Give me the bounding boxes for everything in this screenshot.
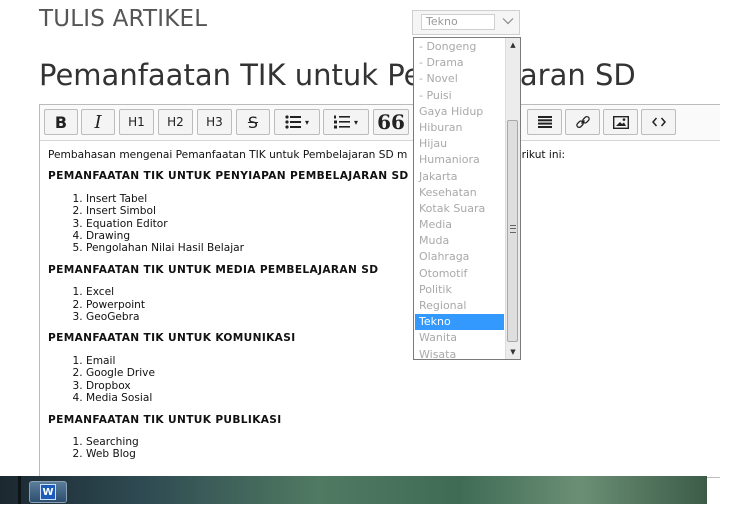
category-option[interactable]: Kesehatan	[415, 185, 504, 201]
editor-toolbar: B I H1 H2 H3 S ▾ ▾ 66	[40, 105, 720, 141]
section-heading: PEMANFAATAN TIK UNTUK KOMUNIKASI	[48, 332, 296, 345]
category-option[interactable]: - Drama	[415, 55, 504, 71]
article-title[interactable]: Pemanfaatan TIK untuk Pembelajaran SD	[39, 58, 636, 92]
list-item: Web Blog	[86, 448, 720, 460]
link-icon	[575, 115, 590, 129]
list-item: Excel	[86, 286, 720, 298]
list-item: Dropbox	[86, 380, 720, 392]
strikethrough-button[interactable]: S	[236, 109, 270, 135]
category-option[interactable]: Kotak Suara	[415, 201, 504, 217]
code-icon	[651, 117, 666, 127]
list-item: Email	[86, 355, 720, 367]
category-option[interactable]: Politik	[415, 282, 504, 298]
category-options: - Dongeng - Drama - Novel - Puisi Gaya Hidup…	[415, 39, 504, 359]
strikethrough-icon: S	[247, 112, 259, 132]
scrollbar-thumb[interactable]	[507, 120, 518, 342]
category-option[interactable]: Hijau	[415, 136, 504, 152]
category-option[interactable]: - Dongeng	[415, 39, 504, 55]
category-dropdown-list[interactable]: - Dongeng - Drama - Novel - Puisi Gaya Hidup…	[413, 37, 521, 360]
bold-button[interactable]: B	[44, 109, 78, 135]
heading3-button[interactable]: H3	[197, 109, 232, 135]
chevron-down-icon	[502, 18, 514, 25]
category-select-value: Tekno	[421, 14, 495, 30]
list-item: Insert Tabel	[86, 193, 720, 205]
section-heading: PEMANFAATAN TIK UNTUK PENYIAPAN PEMBELAJ…	[48, 170, 409, 183]
category-option[interactable]: Jakarta	[415, 169, 504, 185]
category-select[interactable]: Tekno	[412, 10, 520, 35]
word-taskbar-button[interactable]: W	[29, 481, 67, 503]
page-heading: TULIS ARTIKEL	[39, 6, 208, 32]
list-item: Media Sosial	[86, 392, 720, 404]
category-option[interactable]: Olahraga	[415, 249, 504, 265]
category-option[interactable]: Wanita	[415, 330, 504, 346]
numbered-list-button[interactable]: ▾	[323, 109, 369, 135]
bold-icon: B	[54, 112, 68, 132]
bullet-list-icon	[285, 115, 301, 129]
taskbar-divider	[18, 476, 21, 504]
rich-text-editor[interactable]: B I H1 H2 H3 S ▾ ▾ 66 Pembahasan mengena…	[39, 104, 720, 478]
list-item: Powerpoint	[86, 299, 720, 311]
category-option[interactable]: Regional	[415, 298, 504, 314]
chevron-down-icon: ▾	[353, 117, 358, 127]
category-option[interactable]: Humaniora	[415, 152, 504, 168]
intro-paragraph: Pembahasan mengenai Pemanfaatan TIK untu…	[48, 149, 720, 161]
blockquote-button[interactable]: 66	[373, 109, 409, 135]
heading1-button[interactable]: H1	[119, 109, 154, 135]
quote-icon: 66	[377, 110, 405, 134]
list-item: Pengolahan Nilai Hasil Belajar	[86, 242, 720, 254]
image-icon	[612, 115, 629, 129]
insert-image-button[interactable]	[603, 109, 638, 135]
justify-icon	[537, 116, 552, 128]
category-option[interactable]: Tekno	[415, 314, 504, 331]
list-item: Drawing	[86, 230, 720, 242]
scroll-up-arrow-icon[interactable]: ▲	[506, 38, 520, 52]
italic-button[interactable]: I	[81, 109, 115, 135]
italic-icon: I	[94, 111, 102, 133]
justify-button[interactable]	[527, 109, 562, 135]
list-item: Equation Editor	[86, 218, 720, 230]
dropdown-scrollbar[interactable]: ▲ ▼	[505, 38, 520, 359]
category-option[interactable]: Otomotif	[415, 266, 504, 282]
list-item: Searching	[86, 436, 720, 448]
category-option[interactable]: Muda	[415, 233, 504, 249]
category-option[interactable]: Wisata	[415, 347, 504, 359]
numbered-list: Insert Tabel Insert Simbol Equation Edit…	[48, 193, 720, 255]
windows-taskbar: W	[0, 476, 707, 504]
heading2-button[interactable]: H2	[158, 109, 193, 135]
list-item: Google Drive	[86, 367, 720, 379]
section-heading: PEMANFAATAN TIK UNTUK PUBLIKASI	[48, 413, 282, 426]
numbered-list: Searching Web Blog	[48, 436, 720, 461]
category-option[interactable]: - Novel	[415, 71, 504, 87]
category-option[interactable]: Hiburan	[415, 120, 504, 136]
numbered-list: Email Google Drive Dropbox Media Sosial	[48, 355, 720, 405]
category-option[interactable]: Gaya Hidup	[415, 104, 504, 120]
category-option[interactable]: Media	[415, 217, 504, 233]
intro-text: Pembahasan mengenai Pemanfaatan TIK untu…	[48, 149, 408, 161]
insert-link-button[interactable]	[565, 109, 600, 135]
section-heading: PEMANFAATAN TIK UNTUK MEDIA PEMBELAJARAN…	[48, 263, 379, 276]
word-app-icon: W	[40, 484, 56, 500]
numbered-list-icon	[333, 115, 350, 129]
editor-content[interactable]: Pembahasan mengenai Pemanfaatan TIK untu…	[48, 149, 720, 461]
chevron-down-icon: ▾	[304, 117, 309, 127]
bullet-list-button[interactable]: ▾	[274, 109, 320, 135]
list-item: Insert Simbol	[86, 205, 720, 217]
numbered-list: Excel Powerpoint GeoGebra	[48, 286, 720, 323]
category-option[interactable]: - Puisi	[415, 88, 504, 104]
grip-icon	[510, 225, 516, 233]
list-item: GeoGebra	[86, 311, 720, 323]
scroll-down-arrow-icon[interactable]: ▼	[506, 345, 520, 359]
code-view-button[interactable]	[641, 109, 676, 135]
